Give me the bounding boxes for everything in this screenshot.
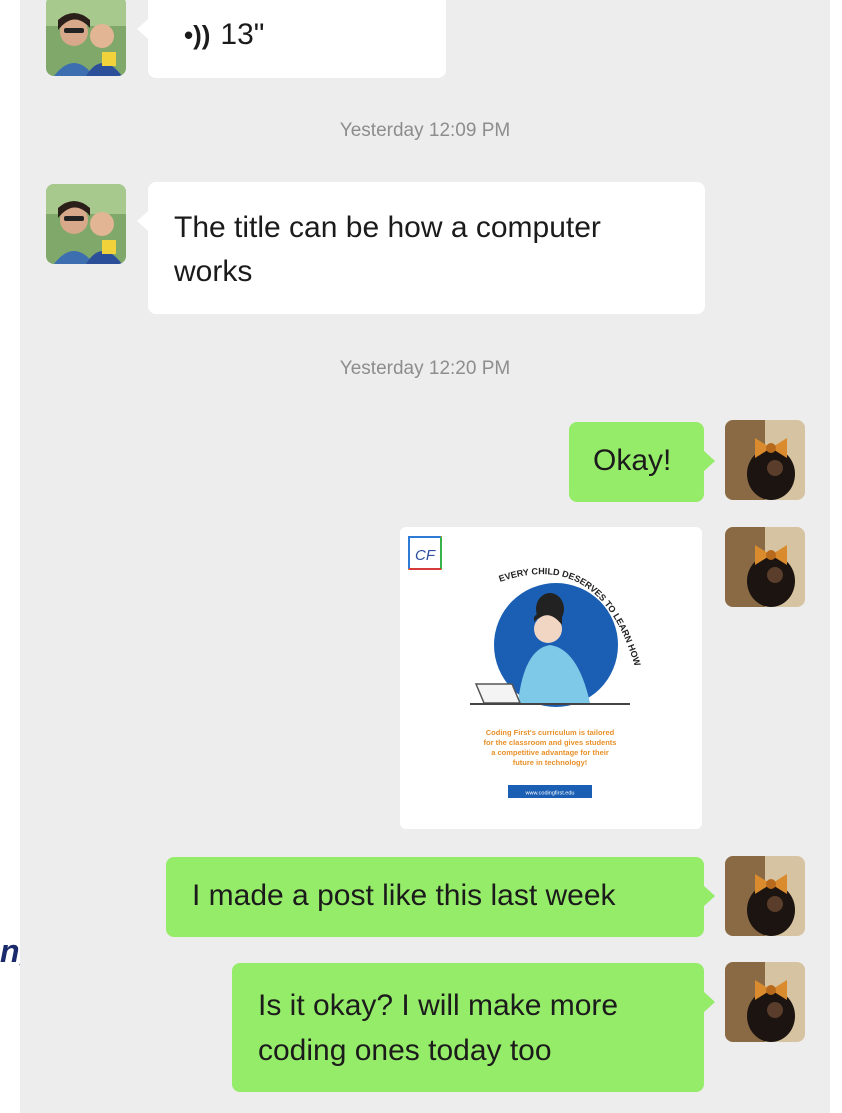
my-avatar[interactable] (725, 527, 805, 607)
chat-panel[interactable]: •)) 13" Yesterday 12:09 PM The title can… (20, 0, 830, 1113)
caption-line: for the classroom and gives students (484, 738, 617, 747)
message-text: Okay! (593, 444, 672, 477)
outgoing-text-message[interactable]: Okay! (569, 422, 715, 502)
voice-duration: 13" (220, 18, 265, 51)
timestamp: Yesterday 12:20 PM (339, 358, 511, 379)
my-avatar[interactable] (725, 962, 805, 1042)
outgoing-text-message[interactable]: Is it okay? I will make more coding ones… (232, 963, 715, 1092)
voice-message-bubble[interactable]: •)) 13" (137, 0, 446, 78)
timestamp: Yesterday 12:09 PM (339, 120, 511, 141)
brand-logo: CF (415, 547, 436, 564)
outgoing-text-message[interactable]: I made a post like this last week (166, 857, 715, 937)
caption-line: Coding First's curriculum is tailored (486, 728, 615, 737)
voice-wave-icon: •)) (184, 19, 211, 50)
incoming-text-message[interactable]: The title can be how a computer works (137, 182, 705, 314)
image-message[interactable]: CF EVERY CHILD DESERVES TO LEARN HOW TO … (400, 527, 702, 829)
message-text: I made a post like this last week (192, 879, 616, 912)
my-avatar[interactable] (725, 420, 805, 500)
contact-avatar[interactable] (46, 184, 126, 264)
caption-line: a competitive advantage for their (491, 748, 609, 757)
contact-avatar[interactable] (46, 0, 126, 76)
caption-line: future in technology! (513, 758, 588, 767)
post-url: www.codingfirst.edu (525, 791, 575, 797)
message-text: The title can be how a computer works (174, 211, 601, 288)
message-text: Is it okay? I will make more coding ones… (258, 989, 619, 1067)
my-avatar[interactable] (725, 856, 805, 936)
